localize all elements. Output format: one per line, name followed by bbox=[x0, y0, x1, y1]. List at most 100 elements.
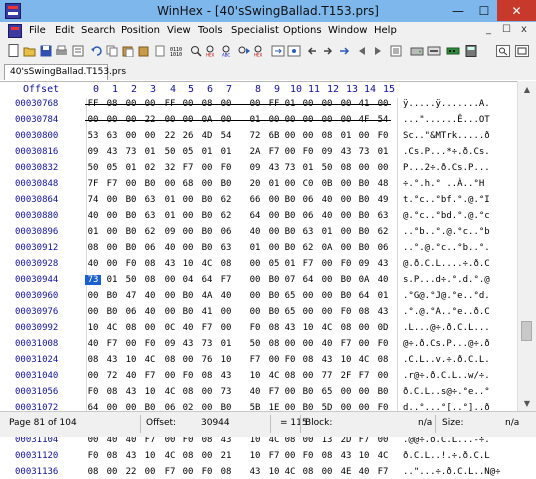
hex-byte[interactable]: B0 bbox=[199, 227, 215, 237]
hex-byte[interactable]: B0 bbox=[123, 211, 139, 221]
hex-byte[interactable]: B0 bbox=[356, 243, 372, 253]
hex-byte[interactable]: 01 bbox=[218, 339, 234, 349]
hex-byte[interactable]: 00 bbox=[356, 339, 372, 349]
hex-byte[interactable]: 07 bbox=[282, 275, 298, 285]
hex-byte[interactable]: 10 bbox=[300, 323, 316, 333]
hex-row[interactable]: 00030912 08 00 B0 06 40 00 B0 63 01 00 B0 62 0A 00 B0 06… bbox=[0, 242, 517, 255]
hex-byte[interactable]: 01 bbox=[338, 131, 354, 141]
hex-byte[interactable]: 00 bbox=[319, 259, 335, 269]
hex-byte[interactable]: F0 bbox=[300, 451, 316, 461]
hex-byte[interactable]: 10 bbox=[247, 371, 263, 381]
hex-byte[interactable]: B0 bbox=[123, 195, 139, 205]
hex-byte[interactable]: 50 bbox=[123, 275, 139, 285]
hex-byte[interactable]: 73 bbox=[282, 163, 298, 173]
hex-byte[interactable]: 50 bbox=[85, 163, 101, 173]
hex-byte[interactable]: 00 bbox=[300, 291, 316, 301]
open-file-icon[interactable] bbox=[22, 43, 37, 58]
hex-byte[interactable]: 09 bbox=[356, 259, 372, 269]
hex-byte[interactable]: F7 bbox=[104, 339, 120, 349]
hex-byte[interactable]: B0 bbox=[266, 275, 282, 285]
hex-byte[interactable]: 00 bbox=[356, 131, 372, 141]
hex-byte[interactable]: 00 bbox=[247, 259, 263, 269]
hex-byte[interactable]: B0 bbox=[180, 291, 196, 301]
hex-byte[interactable]: 08 bbox=[319, 451, 335, 461]
hex-byte[interactable]: 00 bbox=[282, 339, 298, 349]
hex-byte[interactable]: 00 bbox=[319, 467, 335, 477]
hex-byte[interactable]: 02 bbox=[142, 163, 158, 173]
hex-byte[interactable]: B0 bbox=[338, 291, 354, 301]
text-column[interactable]: .L...@÷.ð.C.L... bbox=[403, 323, 490, 333]
hex-byte[interactable]: 08 bbox=[375, 355, 391, 365]
hex-byte[interactable]: 4E bbox=[338, 467, 354, 477]
hex-byte[interactable]: 00 bbox=[123, 339, 139, 349]
hex-byte[interactable]: 4C bbox=[104, 323, 120, 333]
hex-byte[interactable]: 08 bbox=[142, 275, 158, 285]
hex-byte[interactable]: 68 bbox=[180, 179, 196, 189]
hex-byte[interactable]: 40 bbox=[218, 291, 234, 301]
find-text-icon[interactable]: ABC bbox=[220, 43, 235, 58]
hex-byte[interactable]: 4C bbox=[199, 259, 215, 269]
undo-icon[interactable] bbox=[88, 43, 103, 58]
hex-byte[interactable]: 62 bbox=[218, 211, 234, 221]
hex-byte[interactable]: 08 bbox=[266, 323, 282, 333]
save-icon[interactable] bbox=[38, 43, 53, 58]
text-column[interactable]: @÷.ð.Cs.P...@÷.ð bbox=[403, 339, 490, 349]
mdi-close-button[interactable]: x bbox=[521, 24, 527, 35]
hex-row[interactable]: 00030848 7F F7 00 B0 00 68 00 B0 20 01 00 C0 0B 00 B0 48… bbox=[0, 178, 517, 191]
hex-byte[interactable]: 00 bbox=[199, 163, 215, 173]
text-column[interactable]: ð.C.L..s@÷.°e..° bbox=[403, 387, 490, 397]
hex-byte[interactable]: 77 bbox=[319, 371, 335, 381]
hex-byte[interactable]: 73 bbox=[199, 339, 215, 349]
text-column[interactable]: ÿ.....ÿ.......A. bbox=[403, 99, 490, 109]
hex-byte[interactable]: 09 bbox=[162, 339, 178, 349]
hex-byte[interactable]: F0 bbox=[375, 339, 391, 349]
hex-byte[interactable]: F0 bbox=[247, 323, 263, 333]
hex-byte[interactable]: F7 bbox=[300, 259, 316, 269]
hex-byte[interactable]: 63 bbox=[142, 195, 158, 205]
text-column[interactable]: .."...÷.ð.C.L..N@÷ bbox=[403, 467, 501, 477]
hex-byte[interactable]: 00 bbox=[247, 275, 263, 285]
hex-byte[interactable]: 0B bbox=[319, 179, 335, 189]
goto-offset-icon[interactable] bbox=[270, 43, 285, 58]
hex-row[interactable]: 00030928 40 00 F0 08 43 10 4C 08 00 05 01 F7 00 F0 09 43… bbox=[0, 258, 517, 271]
hex-byte[interactable]: F7 bbox=[199, 323, 215, 333]
hex-byte[interactable]: 63 bbox=[218, 243, 234, 253]
binary-icon[interactable]: 0110 1010 bbox=[169, 43, 184, 58]
hex-row[interactable]: 00030960 00 B0 47 40 00 B0 4A 40 00 B0 65 00 00 B0 64 01… bbox=[0, 290, 517, 303]
hex-byte[interactable]: 40 bbox=[85, 339, 101, 349]
hex-byte[interactable]: 43 bbox=[104, 355, 120, 365]
hex-byte[interactable]: B0 bbox=[300, 387, 316, 397]
hex-byte[interactable]: 00 bbox=[282, 387, 298, 397]
hex-byte[interactable]: 09 bbox=[319, 147, 335, 157]
hex-byte[interactable]: 40 bbox=[123, 371, 139, 381]
hex-byte[interactable]: 40 bbox=[85, 211, 101, 221]
hex-byte[interactable]: F7 bbox=[180, 163, 196, 173]
hex-byte[interactable]: F0 bbox=[142, 339, 158, 349]
hex-byte[interactable]: 74 bbox=[85, 195, 101, 205]
hex-byte[interactable]: F7 bbox=[162, 467, 178, 477]
hex-byte[interactable]: 40 bbox=[180, 323, 196, 333]
hex-byte[interactable]: 00 bbox=[85, 307, 101, 317]
hex-byte[interactable]: 01 bbox=[104, 275, 120, 285]
hex-row[interactable]: 00030992 10 4C 08 00 0C 40 F7 00 F0 08 43 10 4C 08 00 0D… bbox=[0, 322, 517, 335]
hex-byte[interactable]: 01 bbox=[199, 147, 215, 157]
hex-byte[interactable]: 00 bbox=[162, 291, 178, 301]
hex-byte[interactable]: 66 bbox=[247, 195, 263, 205]
hex-byte[interactable]: 00 bbox=[180, 227, 196, 237]
hex-byte[interactable]: 00 bbox=[282, 179, 298, 189]
hex-byte[interactable]: 10 bbox=[85, 323, 101, 333]
hex-byte[interactable]: 40 bbox=[85, 259, 101, 269]
hex-byte[interactable]: 08 bbox=[356, 307, 372, 317]
hex-byte[interactable]: F7 bbox=[338, 339, 354, 349]
hex-byte[interactable]: B0 bbox=[338, 275, 354, 285]
hex-byte[interactable]: 40 bbox=[142, 307, 158, 317]
paste-icon-2[interactable] bbox=[136, 43, 151, 58]
hex-row[interactable]: 00030768 FF 08 00 00 FF 00 08 00 00 FF 01 00 00 00 41 00… bbox=[0, 98, 517, 111]
hex-byte[interactable]: 06 bbox=[123, 307, 139, 317]
hex-byte[interactable]: 00 bbox=[199, 387, 215, 397]
hex-byte[interactable]: 54 bbox=[218, 131, 234, 141]
hex-byte[interactable]: 00 bbox=[180, 243, 196, 253]
hex-byte[interactable]: 40 bbox=[319, 195, 335, 205]
hex-byte[interactable]: 00 bbox=[85, 371, 101, 381]
drive-icon[interactable] bbox=[426, 43, 441, 58]
